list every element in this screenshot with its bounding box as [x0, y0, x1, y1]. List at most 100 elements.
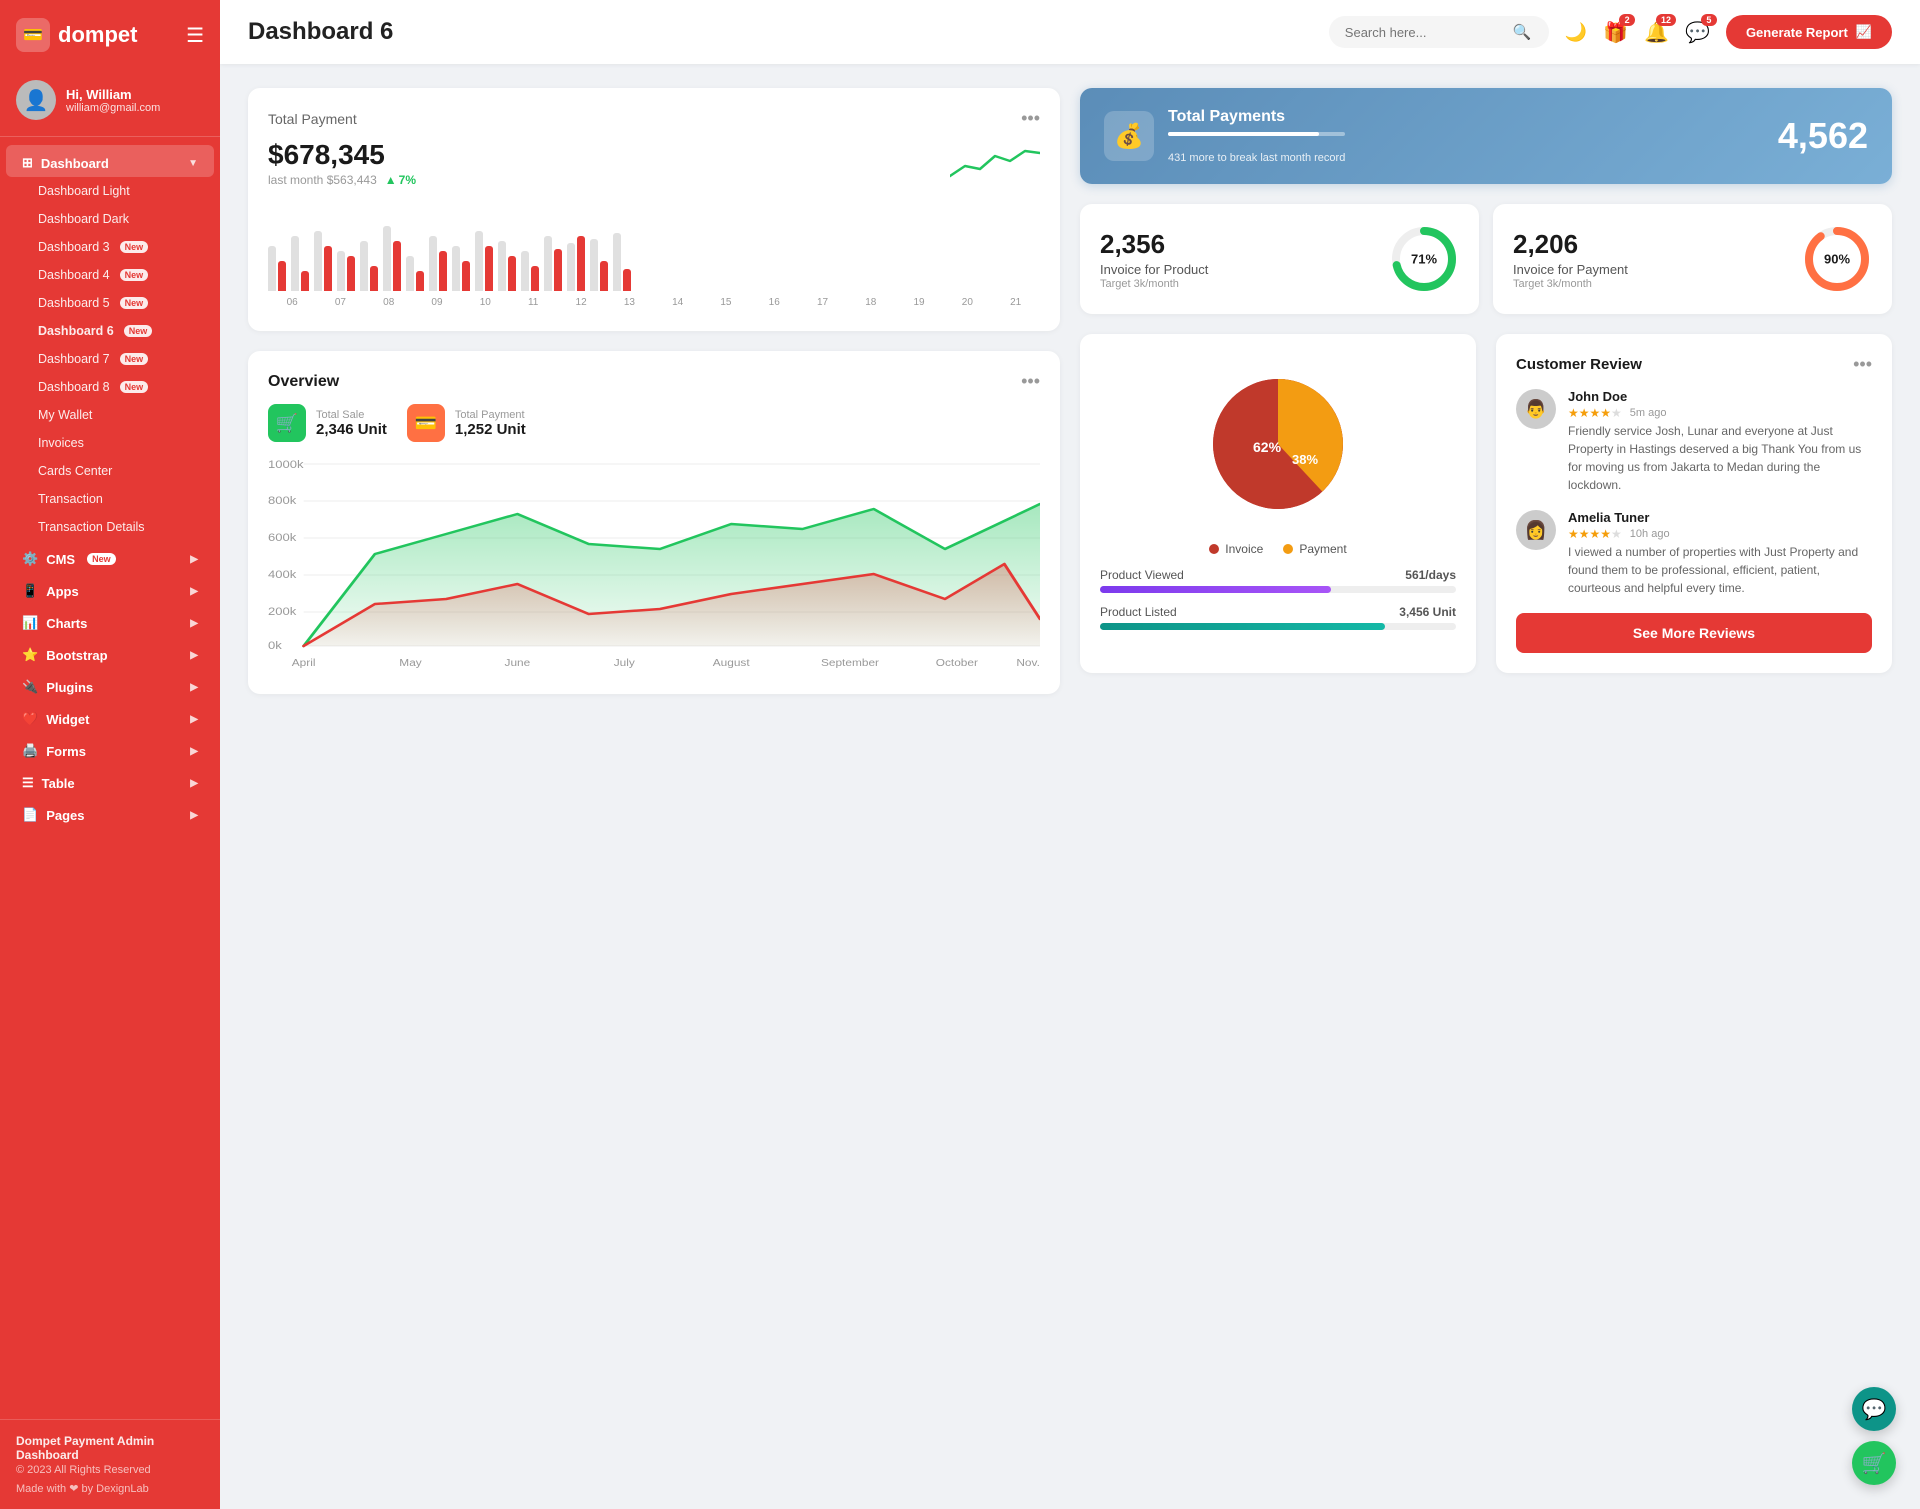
bootstrap-label: Bootstrap [46, 648, 107, 663]
sidebar-item-my-wallet[interactable]: My Wallet [0, 401, 220, 429]
sidebar-widget-section[interactable]: ❤️ Widget ▶ [6, 701, 214, 733]
notifications-button[interactable]: 🔔 12 [1644, 20, 1669, 45]
bar-red-13 [577, 236, 585, 291]
payment-legend-label: Payment [1299, 542, 1346, 556]
forms-icon: 🖨️ [22, 743, 38, 759]
bootstrap-icon: ⭐ [22, 647, 38, 663]
dashboard-8-badge: New [120, 381, 149, 393]
bar-gray-7 [429, 236, 437, 291]
customer-review-card: Customer Review ••• 👨 John Doe ★★★★★ 5m … [1496, 334, 1892, 673]
review-text-1: Friendly service Josh, Lunar and everyon… [1568, 422, 1872, 494]
bar-gray-4 [360, 241, 368, 291]
review-more[interactable]: ••• [1853, 354, 1872, 375]
apps-icon: 📱 [22, 583, 38, 599]
sidebar-item-cards-center[interactable]: Cards Center [0, 457, 220, 485]
total-payment-more[interactable]: ••• [1021, 108, 1040, 129]
plugins-arrow-icon: ▶ [190, 682, 198, 693]
sidebar-item-dashboard-5[interactable]: Dashboard 5 New [0, 289, 220, 317]
review-content-1: John Doe ★★★★★ 5m ago Friendly service J… [1568, 389, 1872, 494]
sidebar-forms-section[interactable]: 🖨️ Forms ▶ [6, 733, 214, 765]
sidebar-cms-section[interactable]: ⚙️ CMS New ▶ [6, 541, 214, 573]
bar-label: 11 [528, 297, 538, 308]
support-button[interactable]: 💬 [1852, 1387, 1896, 1431]
bar-group-2 [314, 231, 332, 291]
bar-group-12 [544, 236, 562, 291]
bar-group-3 [337, 251, 355, 291]
sidebar-plugins-section[interactable]: 🔌 Plugins ▶ [6, 669, 214, 701]
messages-button[interactable]: 💬 5 [1685, 20, 1710, 45]
sidebar-item-dashboard-4[interactable]: Dashboard 4 New [0, 261, 220, 289]
sidebar-item-transaction-details[interactable]: Transaction Details [0, 513, 220, 541]
avatar: 👤 [16, 80, 56, 120]
sidebar-footer: Dompet Payment Admin Dashboard © 2023 Al… [0, 1419, 220, 1509]
see-more-reviews-button[interactable]: See More Reviews [1516, 613, 1872, 653]
sidebar-item-dashboard-light[interactable]: Dashboard Light [0, 177, 220, 205]
product-listed-bar [1100, 623, 1456, 630]
bar-gray-6 [406, 256, 414, 291]
bar-gray-1 [291, 236, 299, 291]
sidebar-toggle[interactable]: ☰ [186, 23, 204, 48]
svg-text:800k: 800k [268, 494, 297, 507]
blue-card-info: Total Payments 431 more to break last mo… [1168, 108, 1345, 164]
sidebar-item-dashboard-3[interactable]: Dashboard 3 New [0, 233, 220, 261]
sidebar-pages-section[interactable]: 📄 Pages ▶ [6, 797, 214, 829]
sidebar-dashboard-section[interactable]: ⊞ Dashboard ▼ [6, 145, 214, 177]
table-label: Table [42, 776, 75, 791]
bar-gray-12 [544, 236, 552, 291]
gift-button[interactable]: 🎁 2 [1603, 20, 1628, 45]
generate-report-button[interactable]: Generate Report 📈 [1726, 15, 1892, 49]
svg-text:Nov.: Nov. [1016, 658, 1040, 669]
bar-gray-0 [268, 246, 276, 291]
sidebar-bootstrap-section[interactable]: ⭐ Bootstrap ▶ [6, 637, 214, 669]
bar-group-13 [567, 236, 585, 291]
review-meta-1: ★★★★★ 5m ago [1568, 406, 1872, 420]
cart-button[interactable]: 🛒 [1852, 1441, 1896, 1485]
dashboard-7-label: Dashboard 7 [38, 352, 110, 366]
sidebar-item-transaction[interactable]: Transaction [0, 485, 220, 513]
overview-more[interactable]: ••• [1021, 371, 1040, 392]
generate-report-label: Generate Report [1746, 25, 1848, 40]
search-box: 🔍 [1329, 16, 1549, 48]
sidebar-item-dashboard-dark[interactable]: Dashboard Dark [0, 205, 220, 233]
product-listed-label: Product Listed [1100, 605, 1177, 619]
sidebar-item-dashboard-7[interactable]: Dashboard 7 New [0, 345, 220, 373]
user-greeting: Hi, William [66, 87, 160, 102]
review-item-2: 👩 Amelia Tuner ★★★★★ 10h ago I viewed a … [1516, 510, 1872, 597]
sidebar-item-dashboard-8[interactable]: Dashboard 8 New [0, 373, 220, 401]
last-month-text: last month $563,443 [268, 173, 377, 187]
bar-label: 08 [383, 297, 394, 308]
invoice-product-number: 2,356 [1100, 229, 1208, 260]
pages-label: Pages [46, 808, 84, 823]
bar-label: 18 [865, 297, 876, 308]
search-input[interactable] [1345, 25, 1505, 40]
invoice-dot [1209, 544, 1219, 554]
content: Total Payment ••• $678,345 last month $5… [220, 64, 1920, 1509]
total-payment-sub: last month $563,443 ▲ 7% [268, 173, 416, 187]
review-item-1: 👨 John Doe ★★★★★ 5m ago Friendly service… [1516, 389, 1872, 494]
dashboard-arrow-icon: ▼ [188, 158, 198, 169]
dashboard-6-label: Dashboard 6 [38, 324, 114, 338]
dashboard-7-badge: New [120, 353, 149, 365]
total-payment-icon: 💳 [407, 404, 445, 442]
footer-copy: © 2023 All Rights Reserved [16, 1464, 204, 1476]
pie-legend: Invoice Payment [1100, 542, 1456, 556]
sidebar-charts-section[interactable]: 📊 Charts ▶ [6, 605, 214, 637]
sidebar-table-section[interactable]: ☰ Table ▶ [6, 765, 214, 797]
plugins-label: Plugins [46, 680, 93, 695]
sidebar-logo[interactable]: 💳 dompet [16, 18, 137, 52]
review-title: Customer Review [1516, 356, 1642, 373]
left-column: Total Payment ••• $678,345 last month $5… [248, 88, 1060, 694]
sidebar-item-invoices[interactable]: Invoices [0, 429, 220, 457]
blue-card-number: 4,562 [1778, 115, 1868, 157]
floating-buttons: 💬 🛒 [1852, 1387, 1896, 1485]
blue-card-left: 💰 Total Payments 431 more to break last … [1104, 108, 1345, 164]
bar-chart: 06070809101112131415161718192021 [268, 201, 1040, 311]
bar-red-10 [508, 256, 516, 291]
bar-red-3 [347, 256, 355, 291]
main-content: Dashboard 6 🔍 🌙 🎁 2 🔔 12 💬 5 Generate Re… [220, 0, 1920, 1509]
overview-title: Overview [268, 373, 339, 391]
theme-toggle-button[interactable]: 🌙 [1565, 22, 1587, 43]
sidebar-item-dashboard-6[interactable]: Dashboard 6 New [0, 317, 220, 345]
sidebar-apps-section[interactable]: 📱 Apps ▶ [6, 573, 214, 605]
dashboard-label: Dashboard [41, 156, 109, 171]
